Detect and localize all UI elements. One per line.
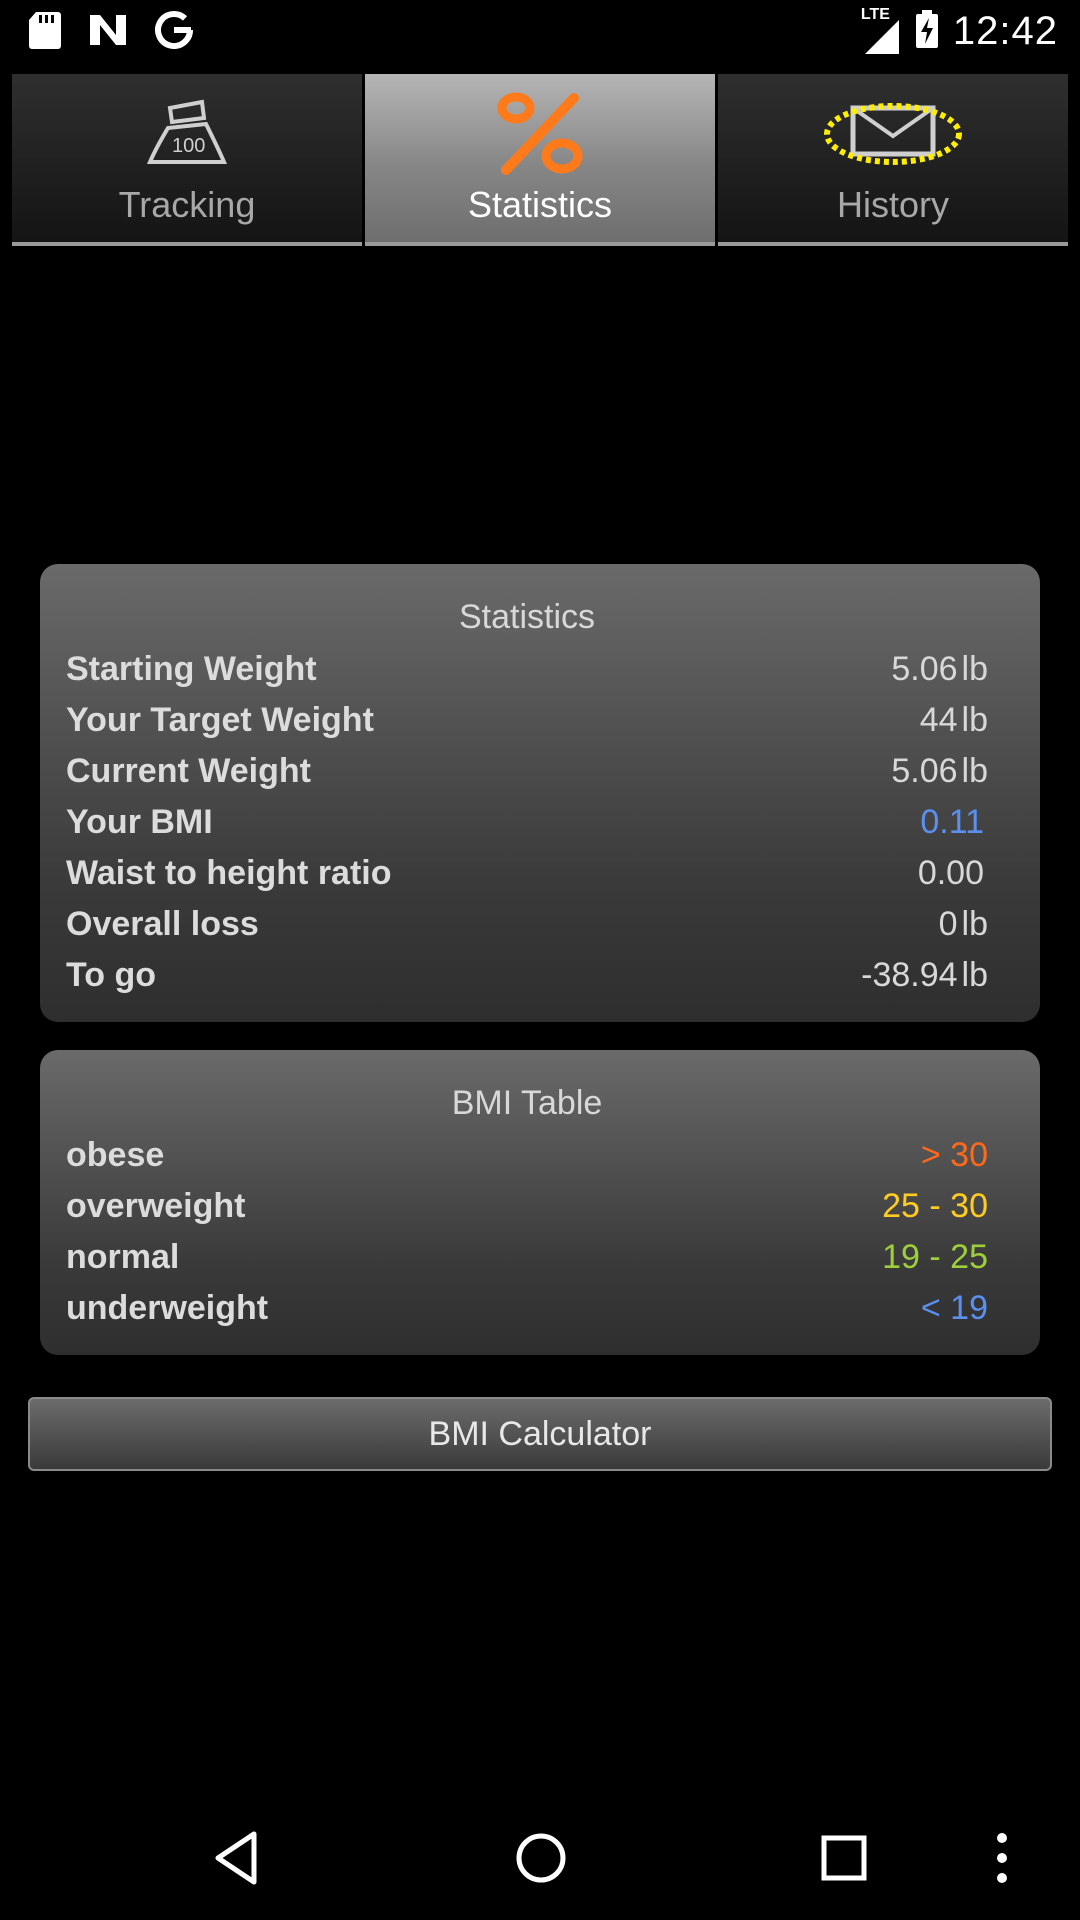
envelope-icon <box>818 88 968 183</box>
google-icon <box>154 10 194 55</box>
stat-number: 0.11 <box>920 803 984 841</box>
bmi-row: overweight 25 - 30 <box>66 1181 988 1232</box>
stat-unit: lb <box>961 650 988 688</box>
network-type: LTE <box>860 6 890 23</box>
stat-unit: lb <box>961 701 988 739</box>
stat-label: Current Weight <box>66 752 311 790</box>
stat-row: Starting Weight 5.06 lb <box>66 644 988 695</box>
stat-number: 0.00 <box>917 854 984 892</box>
signal-icon: LTE <box>860 6 901 56</box>
stat-unit: lb <box>961 752 988 790</box>
stat-row: To go -38.94 lb <box>66 950 988 1001</box>
stat-number: 44 <box>919 701 958 739</box>
battery-charging-icon <box>915 9 939 54</box>
stat-label: Your BMI <box>66 803 213 841</box>
recents-icon[interactable] <box>820 1830 868 1891</box>
tab-tracking[interactable]: 100 Tracking <box>12 74 365 246</box>
home-icon[interactable] <box>514 1830 568 1891</box>
tab-label: Statistics <box>467 184 613 225</box>
tab-bar: 100 Tracking Statistics History <box>12 74 1068 246</box>
n-notification-icon <box>88 13 128 52</box>
tab-label: History <box>836 184 949 225</box>
stat-row: Your Target Weight 44 lb <box>66 695 988 746</box>
svg-text:100: 100 <box>172 135 205 157</box>
stat-value: 5.06 lb <box>891 752 988 791</box>
more-icon[interactable] <box>990 1830 1014 1891</box>
stat-row: Waist to height ratio 0.00 <box>66 848 988 899</box>
bmi-category-label: normal <box>66 1238 180 1276</box>
bmi-range-value: 19 - 25 <box>882 1238 988 1276</box>
bmi-row: normal 19 - 25 <box>66 1232 988 1283</box>
stat-row: Overall loss 0 lb <box>66 899 988 950</box>
clock: 12:42 <box>952 8 1058 53</box>
stat-row: Your BMI 0.11 <box>66 797 988 848</box>
stat-number: 5.06 <box>891 752 958 790</box>
bmi-range-value: 25 - 30 <box>882 1187 988 1225</box>
bmi-row: underweight < 19 <box>66 1283 988 1334</box>
stat-label: Overall loss <box>66 905 259 943</box>
stat-value: -38.94 lb <box>861 956 988 995</box>
back-icon[interactable] <box>212 1830 260 1891</box>
panel-title: Statistics <box>458 598 596 636</box>
stat-value: 5.06 lb <box>891 650 988 689</box>
status-bar: LTE 12:42 <box>0 0 1080 64</box>
stat-value: 0 lb <box>939 905 988 944</box>
stat-label: Starting Weight <box>66 650 317 688</box>
bmi-category-label: overweight <box>66 1187 246 1225</box>
bmi-category-label: obese <box>66 1136 165 1174</box>
tab-statistics[interactable]: Statistics <box>365 74 718 246</box>
sd-card-icon <box>28 10 62 55</box>
scale-weight-icon: 100 <box>142 90 232 175</box>
bmi-range-value: < 19 <box>920 1289 988 1327</box>
stat-unit: lb <box>961 956 988 994</box>
stat-unit: lb <box>961 905 988 943</box>
stat-number: 5.06 <box>891 650 958 688</box>
bmi-calculator-button[interactable]: BMI Calculator <box>28 1397 1052 1471</box>
statistics-panel: Statistics Starting Weight 5.06 lb Your Tar… <box>40 564 1040 1022</box>
stat-value: 0.11 <box>920 803 988 842</box>
stat-number: -38.94 <box>861 956 958 994</box>
navigation-bar <box>0 1800 1080 1920</box>
percent-icon <box>492 90 588 185</box>
stat-value: 0.00 <box>918 854 988 893</box>
stat-label: Waist to height ratio <box>66 854 392 892</box>
tab-label: Tracking <box>118 184 256 225</box>
stat-value: 44 lb <box>920 701 988 740</box>
stat-label: To go <box>66 956 156 994</box>
bmi-table-panel: BMI Table obese > 30 overweight 25 - 30 norm… <box>40 1050 1040 1355</box>
stat-row: Current Weight 5.06 lb <box>66 746 988 797</box>
bmi-row: obese > 30 <box>66 1130 988 1181</box>
bmi-range-value: > 30 <box>920 1136 988 1174</box>
stat-number: 0 <box>938 905 958 943</box>
stat-label: Your Target Weight <box>66 701 374 739</box>
panel-title: BMI Table <box>451 1084 603 1122</box>
bmi-category-label: underweight <box>66 1289 269 1327</box>
tab-history[interactable]: History <box>718 74 1068 246</box>
